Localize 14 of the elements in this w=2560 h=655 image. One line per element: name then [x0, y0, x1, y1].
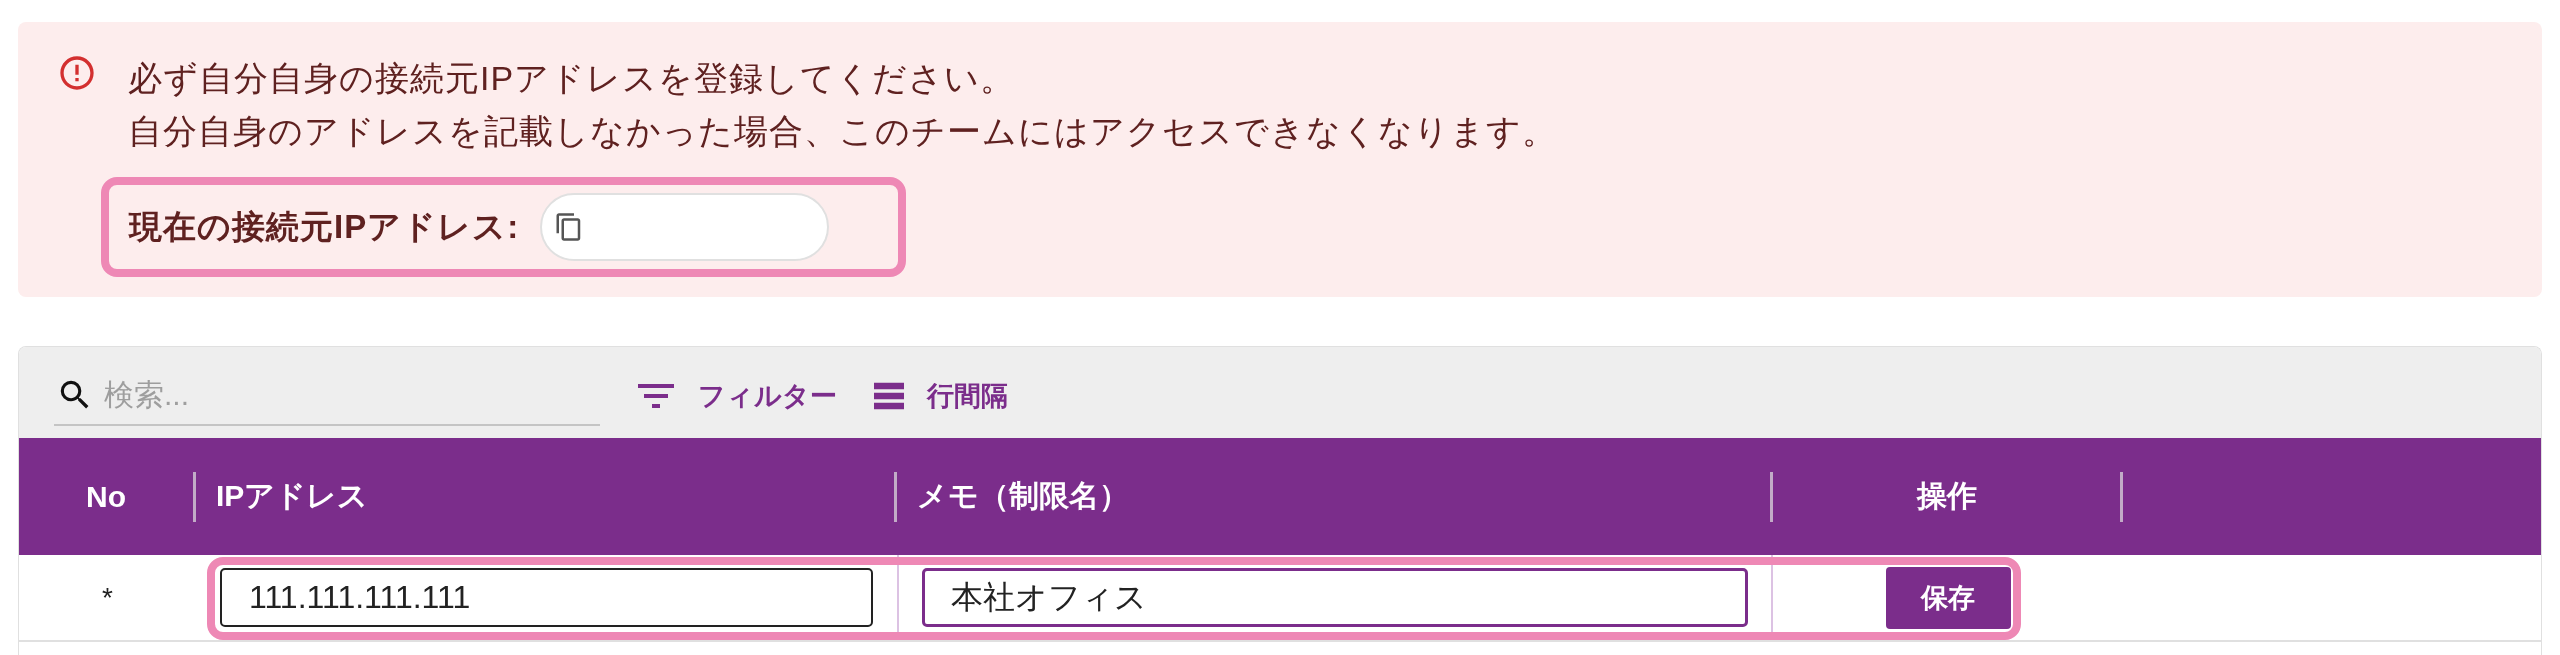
alert-message: 自分自身のアドレスを記載しなかった場合、このチームにはアクセスできなくなります。: [128, 111, 1557, 152]
memo-input[interactable]: 本社オフィス: [922, 568, 1748, 627]
density-button[interactable]: 行間隔: [865, 365, 1016, 426]
row-number: *: [102, 581, 113, 614]
search-field[interactable]: 検索...: [104, 365, 600, 424]
column-header[interactable]: メモ（制限名）: [897, 438, 1773, 555]
ip-address-input[interactable]: 111.111.111.111: [220, 568, 873, 627]
column-header[interactable]: IPアドレス: [196, 438, 897, 555]
save-button[interactable]: 保存: [1885, 566, 2011, 629]
alert-message: 必ず自分自身の接続元IPアドレスを登録してください。: [128, 58, 1016, 99]
column-header[interactable]: 操作: [1773, 438, 2123, 555]
filter-button[interactable]: フィルター: [628, 365, 845, 426]
ip-address-label: 現在の接続元IPアドレス:: [129, 206, 520, 247]
column-header[interactable]: No: [19, 438, 196, 555]
